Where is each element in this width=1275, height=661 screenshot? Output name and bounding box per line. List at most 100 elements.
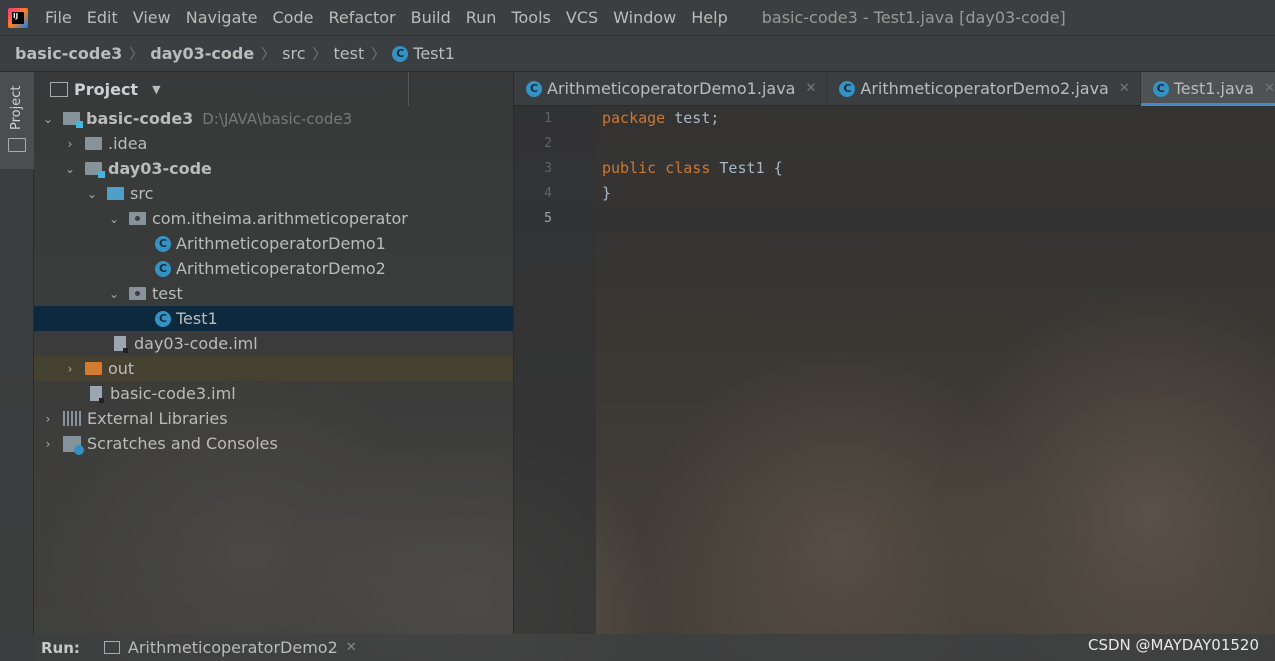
close-icon[interactable]: ✕ xyxy=(346,640,357,655)
menu-run[interactable]: Run xyxy=(459,8,505,27)
tree-path-hint: D:\JAVA\basic-code3 xyxy=(202,109,353,128)
class-name: Test1 xyxy=(719,159,765,177)
chevron-right-icon[interactable]: › xyxy=(64,137,76,151)
tree-label: ArithmeticoperatorDemo2 xyxy=(176,259,386,278)
tree-row-test1[interactable]: C Test1 xyxy=(34,306,513,331)
code-line-2[interactable] xyxy=(602,131,783,156)
chevron-right-icon: 〉 xyxy=(371,46,386,63)
code-area[interactable]: package test; public class Test1 { } xyxy=(602,106,783,231)
tree-row-demo1[interactable]: C ArithmeticoperatorDemo1 xyxy=(34,231,513,256)
module-folder-icon xyxy=(63,112,83,128)
close-icon[interactable]: ✕ xyxy=(1119,81,1130,96)
line-number: 2 xyxy=(544,136,552,151)
project-panel: Project ▼ ⌄ basic-code3 D:\JAVA\basic-co… xyxy=(34,72,514,634)
tree-label: out xyxy=(108,359,135,378)
run-tab-label[interactable]: ArithmeticoperatorDemo2 xyxy=(128,638,338,657)
keyword: package xyxy=(602,109,666,127)
code-text: { xyxy=(764,159,783,177)
tree-row-day03-iml[interactable]: day03-code.iml xyxy=(34,331,513,356)
libraries-icon xyxy=(63,411,81,426)
menu-navigate[interactable]: Navigate xyxy=(179,8,266,27)
menu-tools[interactable]: Tools xyxy=(504,8,558,27)
project-tool-label: Project xyxy=(9,85,24,130)
watermark: CSDN @MAYDAY01520 xyxy=(1088,636,1259,654)
editor-tab-bar: C ArithmeticoperatorDemo1.java ✕ C Arith… xyxy=(514,72,1275,106)
tree-row-basic-code3[interactable]: ⌄ basic-code3 D:\JAVA\basic-code3 xyxy=(34,106,513,131)
tree-row-test[interactable]: ⌄ test xyxy=(34,281,513,306)
tree-row-demo2[interactable]: C ArithmeticoperatorDemo2 xyxy=(34,256,513,281)
chevron-down-icon[interactable]: ⌄ xyxy=(64,162,76,176)
code-line-5[interactable] xyxy=(602,206,783,231)
java-class-icon: C xyxy=(839,80,856,97)
chevron-down-icon[interactable]: ⌄ xyxy=(42,112,54,126)
project-panel-title[interactable]: Project xyxy=(74,80,138,99)
iml-file-icon xyxy=(114,336,128,353)
chevron-down-icon[interactable]: ⌄ xyxy=(108,287,120,301)
tree-row-package[interactable]: ⌄ com.itheima.arithmeticoperator xyxy=(34,206,513,231)
breadcrumb-src[interactable]: src xyxy=(282,44,305,63)
code-text: } xyxy=(602,184,612,202)
close-icon[interactable]: ✕ xyxy=(1264,81,1275,96)
code-text: test; xyxy=(665,109,720,127)
menu-help[interactable]: Help xyxy=(684,8,735,27)
chevron-right-icon: 〉 xyxy=(129,46,144,63)
dropdown-arrow-icon[interactable]: ▼ xyxy=(152,83,160,96)
code-line-1[interactable]: package test; xyxy=(602,106,783,131)
tree-label: src xyxy=(130,184,154,203)
chevron-right-icon: 〉 xyxy=(261,46,276,63)
close-icon[interactable]: ✕ xyxy=(805,81,816,96)
tree-row-basic-code3-iml[interactable]: basic-code3.iml xyxy=(34,381,513,406)
java-class-icon: C xyxy=(155,260,171,277)
tree-label: External Libraries xyxy=(87,409,228,428)
menu-edit[interactable]: Edit xyxy=(80,8,126,27)
chevron-down-icon[interactable]: ⌄ xyxy=(86,187,98,201)
run-label: Run: xyxy=(41,638,80,657)
source-folder-icon xyxy=(107,187,124,200)
tool-window-strip: Project xyxy=(0,72,34,661)
tab-demo2[interactable]: C ArithmeticoperatorDemo2.java ✕ xyxy=(827,72,1141,105)
tree-row-src[interactable]: ⌄ src xyxy=(34,181,513,206)
java-class-icon: C xyxy=(526,80,542,97)
chevron-right-icon[interactable]: › xyxy=(42,412,54,426)
chevron-down-icon[interactable]: ⌄ xyxy=(108,212,120,226)
keyword: public xyxy=(602,159,657,177)
tree-row-out[interactable]: › out xyxy=(34,356,513,381)
menu-build[interactable]: Build xyxy=(404,8,459,27)
menu-refactor[interactable]: Refactor xyxy=(321,8,403,27)
menu-file[interactable]: File xyxy=(38,8,80,27)
package-icon xyxy=(129,287,146,300)
java-class-icon: C xyxy=(392,45,409,62)
breadcrumb-package[interactable]: test xyxy=(334,44,365,63)
chevron-right-icon: 〉 xyxy=(312,46,327,63)
tree-label: Scratches and Consoles xyxy=(87,434,278,453)
menu-view[interactable]: View xyxy=(126,8,179,27)
tree-label: Test1 xyxy=(176,309,218,328)
project-tool-tab[interactable]: Project xyxy=(0,72,34,169)
menu-vcs[interactable]: VCS xyxy=(559,8,606,27)
tree-row-external-libraries[interactable]: › External Libraries xyxy=(34,406,513,431)
chevron-right-icon[interactable]: › xyxy=(42,437,54,451)
editor: C ArithmeticoperatorDemo1.java ✕ C Arith… xyxy=(514,72,1275,634)
breadcrumb-class[interactable]: Test1 xyxy=(413,44,455,63)
menu-window[interactable]: Window xyxy=(606,8,684,27)
tree-row-idea[interactable]: › .idea xyxy=(34,131,513,156)
tree-label: day03-code.iml xyxy=(134,334,258,353)
menu-code[interactable]: Code xyxy=(266,8,322,27)
tree-row-day03-code[interactable]: ⌄ day03-code xyxy=(34,156,513,181)
tree-label: ArithmeticoperatorDemo1 xyxy=(176,234,386,253)
tree-label: com.itheima.arithmeticoperator xyxy=(152,209,408,228)
breadcrumb-module[interactable]: day03-code xyxy=(150,44,254,63)
tab-demo1[interactable]: C ArithmeticoperatorDemo1.java ✕ xyxy=(514,72,828,105)
project-view-icon xyxy=(50,81,68,97)
code-line-3[interactable]: public class Test1 { xyxy=(602,156,783,181)
code-line-4[interactable]: } xyxy=(602,181,783,206)
tab-label: ArithmeticoperatorDemo2.java xyxy=(860,79,1109,98)
chevron-right-icon[interactable]: › xyxy=(64,362,76,376)
tree-row-scratches[interactable]: › Scratches and Consoles xyxy=(34,431,513,456)
tab-test1[interactable]: C Test1.java ✕ xyxy=(1140,72,1275,106)
line-number: 1 xyxy=(544,111,552,126)
breadcrumb-project[interactable]: basic-code3 xyxy=(15,44,122,63)
iml-file-icon xyxy=(90,386,104,403)
tree-label: basic-code3 xyxy=(86,109,194,128)
breadcrumb: basic-code3 〉 day03-code 〉 src 〉 test 〉 … xyxy=(0,36,1275,72)
